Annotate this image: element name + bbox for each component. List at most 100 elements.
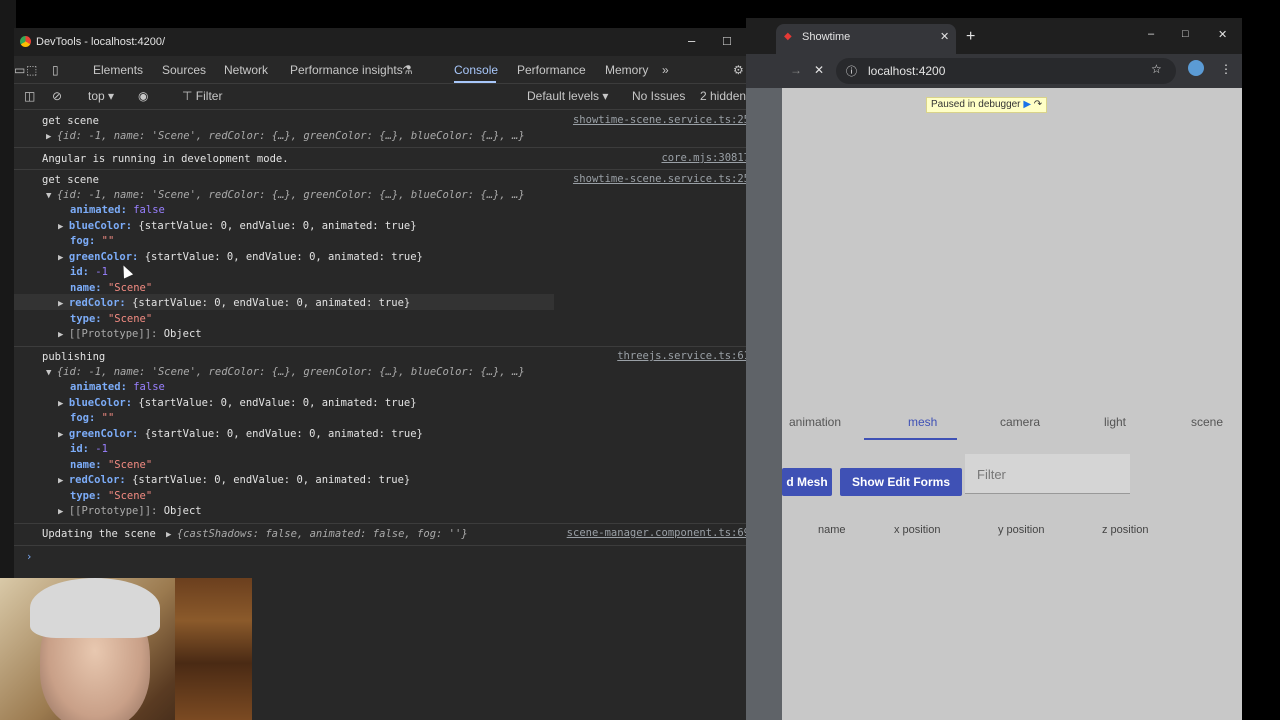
log-object-summary: {id: -1, name: 'Scene', redColor: {…}, g…	[56, 130, 525, 142]
prop-key: animated:	[70, 204, 127, 216]
devtools-titlebar: DevTools - localhost:4200/ – □ ✕	[14, 28, 782, 56]
profile-avatar[interactable]	[1188, 60, 1204, 76]
sidebar-toggle-icon[interactable]: ◫	[24, 89, 35, 103]
device-toolbar-icon[interactable]: ▯	[52, 63, 59, 77]
expand-triangle-icon[interactable]: ▶	[46, 132, 57, 142]
prop-key: greenColor:	[68, 428, 139, 440]
log-object[interactable]: ▶ {id: -1, name: 'Scene', redColor: {…},…	[46, 129, 525, 144]
settings-gear-icon[interactable]: ⚙	[733, 63, 744, 77]
log-source-link[interactable]: core.mjs:30817	[661, 152, 750, 164]
issues-button[interactable]: No Issues	[632, 89, 685, 103]
expand-triangle-icon[interactable]: ▶	[58, 399, 69, 409]
expand-triangle-icon[interactable]: ▶	[166, 530, 177, 540]
tab-mesh[interactable]: mesh	[908, 415, 937, 429]
browser-tab-showtime[interactable]: ◆ Showtime ✕	[776, 24, 956, 54]
log-source-link[interactable]: threejs.service.ts:61	[617, 350, 750, 362]
log-source-link[interactable]: showtime-scene.service.ts:25	[573, 114, 750, 126]
live-expression-eye-icon[interactable]: ◉	[138, 89, 148, 103]
prop-row: id: -1	[70, 265, 108, 280]
maximize-icon[interactable]: □	[1182, 28, 1189, 40]
prop-key: redColor:	[68, 474, 126, 486]
log-object[interactable]: ▶ {castShadows: false, animated: false, …	[166, 527, 468, 542]
inspect-icon[interactable]: ⬚	[26, 63, 37, 77]
tab-performance[interactable]: Performance	[517, 63, 586, 77]
tab-memory[interactable]: Memory	[605, 63, 648, 77]
stop-loading-icon[interactable]: ✕	[814, 63, 824, 77]
more-tabs-icon[interactable]: »	[662, 63, 669, 77]
expand-triangle-icon[interactable]: ▶	[58, 476, 69, 486]
resume-icon[interactable]: ▶	[1023, 99, 1031, 110]
filter-input[interactable]: ⊤ Filter	[182, 89, 222, 103]
tab-network[interactable]: Network	[224, 63, 268, 77]
prop-key: greenColor:	[68, 251, 139, 263]
prop-row: type: "Scene"	[70, 489, 152, 504]
tab-close-icon[interactable]: ✕	[940, 30, 949, 43]
prop-row[interactable]: ▶ blueColor: {startValue: 0, endValue: 0…	[58, 396, 417, 411]
prop-value: {startValue: 0, endValue: 0, animated: t…	[138, 397, 417, 409]
new-tab-icon[interactable]: +	[966, 28, 975, 46]
prop-row[interactable]: ▶ greenColor: {startValue: 0, endValue: …	[58, 250, 423, 265]
prop-row[interactable]: ▶ redColor: {startValue: 0, endValue: 0,…	[58, 473, 410, 488]
browser-tabbar: ◆ Showtime ✕ + – □ ✕	[746, 18, 1242, 54]
log-label: get scene	[42, 115, 99, 127]
forward-arrow-icon[interactable]: →	[790, 63, 802, 77]
tab-console[interactable]: Console	[454, 63, 498, 77]
log-object-expanded[interactable]: ▼ {id: -1, name: 'Scene', redColor: {…},…	[46, 365, 525, 380]
log-source-link[interactable]: scene-manager.component.ts:69	[567, 527, 750, 539]
tab-scene[interactable]: scene	[1191, 415, 1223, 429]
bookmark-star-icon[interactable]: ☆	[1151, 62, 1162, 76]
expand-triangle-icon[interactable]: ▶	[58, 330, 69, 340]
tab-performance-insights[interactable]: Performance insights	[290, 63, 403, 77]
prop-row[interactable]: ▶ redColor: {startValue: 0, endValue: 0,…	[58, 296, 410, 311]
webcam-overlay	[0, 578, 252, 720]
expand-triangle-icon[interactable]: ▶	[58, 253, 69, 263]
collapse-triangle-icon[interactable]: ▼	[46, 191, 57, 201]
paused-label: Paused in debugger	[931, 99, 1021, 110]
minimize-icon[interactable]: –	[1148, 28, 1154, 40]
console-prompt-icon[interactable]: ›	[26, 550, 32, 565]
tab-sources[interactable]: Sources	[162, 63, 206, 77]
address-bar[interactable]: ⓘ localhost:4200	[836, 58, 1176, 84]
expand-triangle-icon[interactable]: ▶	[58, 430, 69, 440]
expand-triangle-icon[interactable]: ▶	[58, 222, 69, 232]
prop-value: false	[133, 204, 165, 216]
log-source-link[interactable]: showtime-scene.service.ts:25	[573, 173, 750, 185]
tab-animation[interactable]: animation	[789, 415, 841, 429]
prop-row[interactable]: ▶ [[Prototype]]: Object	[58, 327, 202, 342]
tab-camera[interactable]: camera	[1000, 415, 1040, 429]
person-hair	[30, 578, 160, 638]
log-separator	[14, 147, 782, 148]
tab-light[interactable]: light	[1104, 415, 1126, 429]
step-over-icon[interactable]: ↷	[1034, 99, 1042, 110]
prop-key: fog:	[70, 235, 96, 247]
log-object-expanded[interactable]: ▼ {id: -1, name: 'Scene', redColor: {…},…	[46, 188, 525, 203]
prop-value: -1	[95, 443, 108, 455]
collapse-triangle-icon[interactable]: ▼	[46, 368, 57, 378]
expand-triangle-icon[interactable]: ▶	[58, 507, 69, 517]
tab-elements[interactable]: Elements	[93, 63, 143, 77]
minimize-icon[interactable]: –	[688, 33, 695, 48]
dock-icon[interactable]: ▭	[14, 63, 25, 77]
site-info-icon[interactable]: ⓘ	[846, 63, 857, 79]
filter-placeholder: Filter	[977, 467, 1006, 482]
context-select[interactable]: top ▾	[88, 89, 114, 103]
prop-row[interactable]: ▶ greenColor: {startValue: 0, endValue: …	[58, 427, 423, 442]
log-levels-select[interactable]: Default levels ▾	[527, 89, 608, 103]
prop-row[interactable]: ▶ [[Prototype]]: Object	[58, 504, 202, 519]
browser-menu-icon[interactable]: ⋮	[1220, 62, 1232, 76]
prop-value: "Scene"	[107, 490, 153, 502]
prop-key: [[Prototype]]:	[68, 328, 158, 340]
maximize-icon[interactable]: □	[723, 33, 731, 48]
log-label: Updating the scene	[42, 528, 156, 540]
prop-row: animated: false	[70, 203, 165, 218]
clear-console-icon[interactable]: ⊘	[52, 89, 62, 103]
active-tab-underline	[454, 81, 496, 83]
add-mesh-button[interactable]: d Mesh	[782, 468, 832, 496]
show-edit-forms-button[interactable]: Show Edit Forms	[840, 468, 962, 496]
expand-triangle-icon[interactable]: ▶	[58, 299, 69, 309]
prop-value: {startValue: 0, endValue: 0, animated: t…	[144, 251, 423, 263]
prop-row[interactable]: ▶ blueColor: {startValue: 0, endValue: 0…	[58, 219, 417, 234]
filter-input[interactable]: Filter	[965, 454, 1130, 494]
close-icon[interactable]: ✕	[1218, 28, 1227, 41]
prop-row: id: -1	[70, 442, 108, 457]
